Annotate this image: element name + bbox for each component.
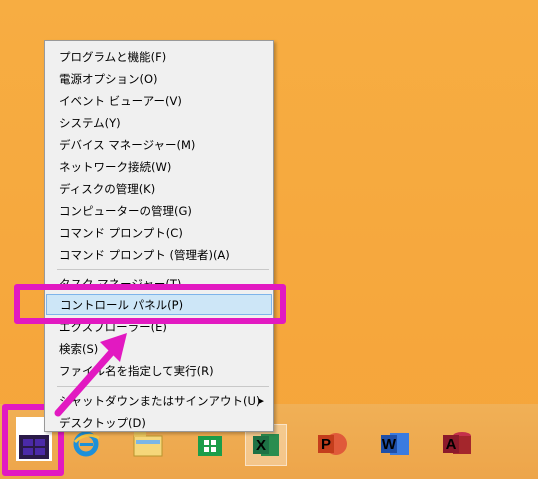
annotation-arrow-icon (54, 333, 127, 417)
